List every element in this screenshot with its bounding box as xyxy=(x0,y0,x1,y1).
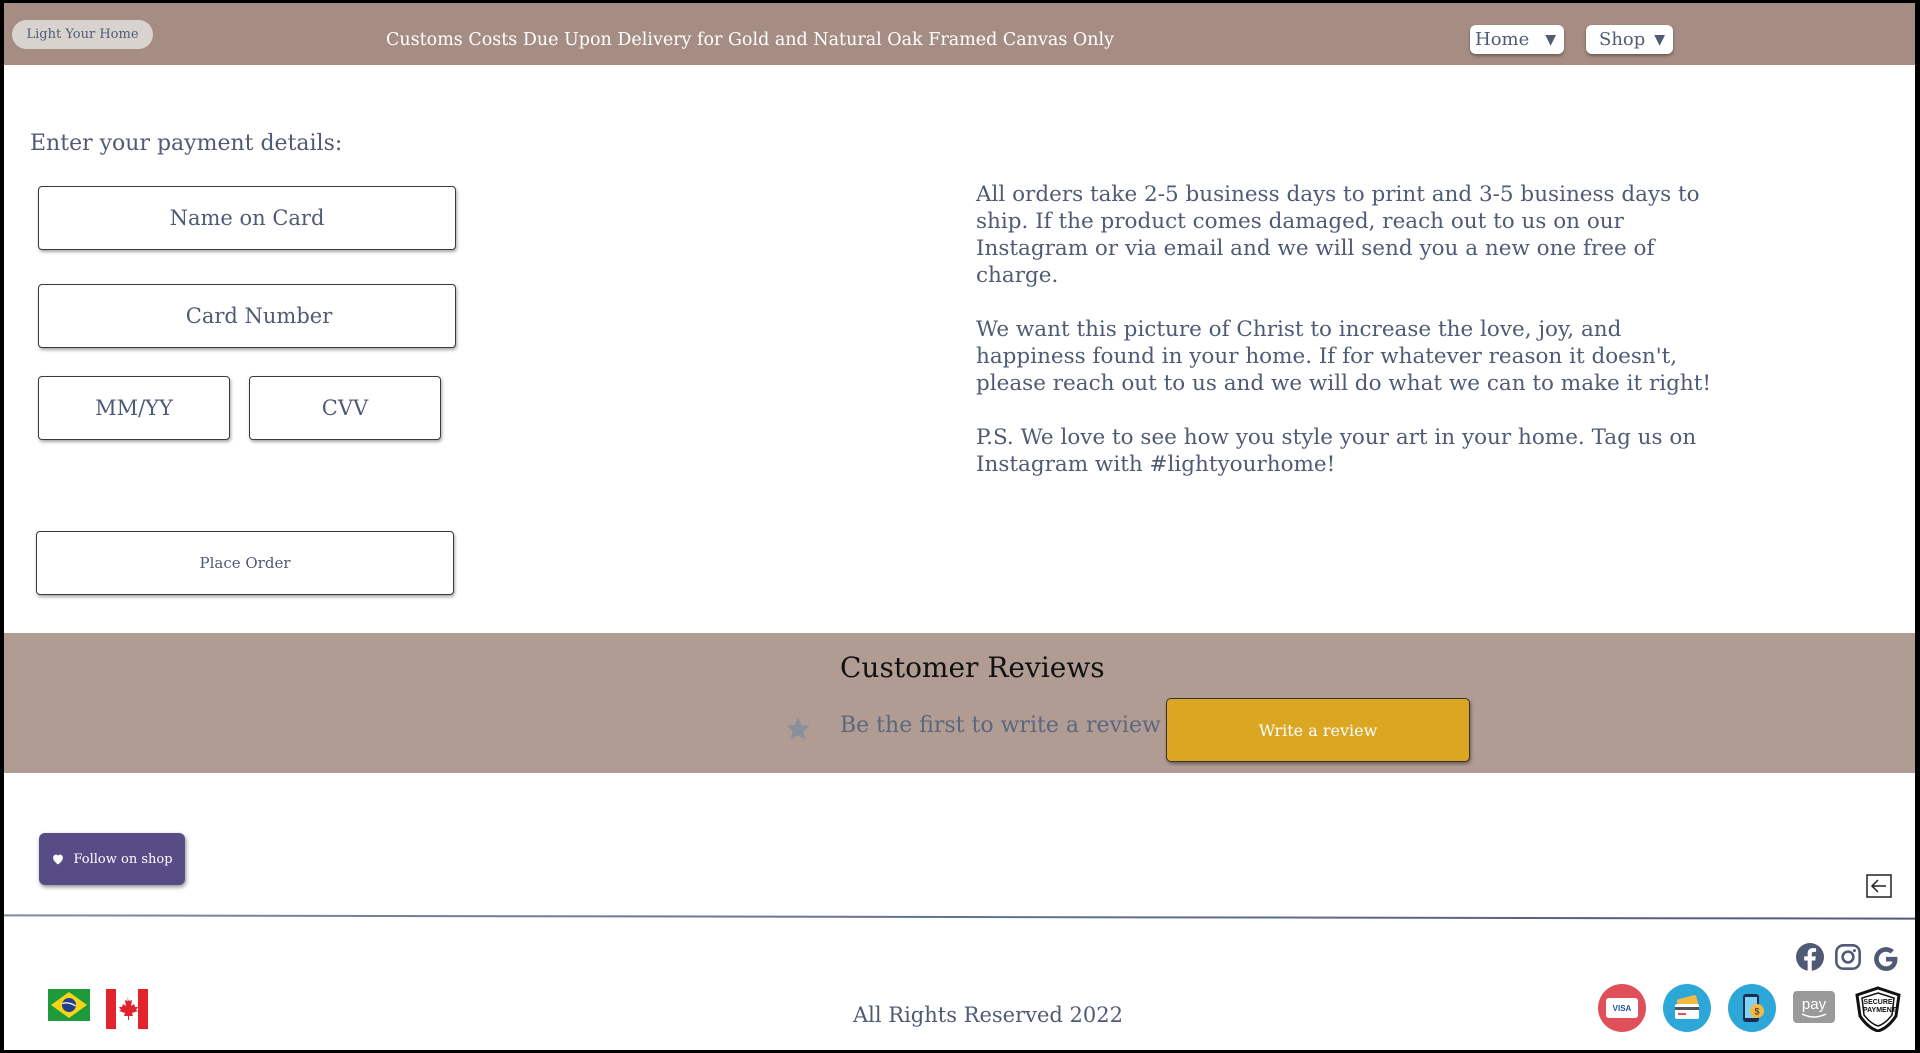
google-icon[interactable] xyxy=(1872,945,1900,973)
mobile-pay-icon: $ xyxy=(1728,984,1776,1032)
phone-graphic: $ xyxy=(1743,994,1764,1022)
info-paragraph: P.S. We love to see how you style your a… xyxy=(976,425,1697,477)
amazon-pay-text: pay xyxy=(1801,995,1827,1013)
secure-payment-text: SECURE PAYMENT xyxy=(1863,999,1897,1014)
brazil-flag-icon[interactable] xyxy=(48,989,90,1021)
facebook-icon[interactable] xyxy=(1796,943,1824,971)
expiry-input[interactable]: MM/YY xyxy=(38,376,230,440)
page: Light Your Home Customs Costs Due Upon D… xyxy=(4,3,1915,1050)
follow-on-shop-button[interactable]: Follow on shop xyxy=(39,833,185,885)
info-paragraph: We want this picture of Christ to increa… xyxy=(976,317,1711,396)
amazon-smile-graphic xyxy=(1801,1012,1827,1018)
reviews-section: Customer Reviews Be the first to write a… xyxy=(4,633,1915,773)
nav-shop-label: Shop xyxy=(1599,29,1646,50)
caret-down-icon: ▼ xyxy=(1654,31,1665,48)
follow-label: Follow on shop xyxy=(73,851,173,867)
svg-text:$: $ xyxy=(1754,1007,1759,1017)
payment-title: Enter your payment details: xyxy=(30,131,343,156)
cvv-input[interactable]: CVV xyxy=(249,376,441,440)
credit-card-icon xyxy=(1663,984,1711,1032)
top-bar: Light Your Home Customs Costs Due Upon D… xyxy=(4,3,1915,65)
reviews-title: Customer Reviews xyxy=(840,651,1105,684)
cvv-placeholder: CVV xyxy=(321,396,369,420)
name-on-card-placeholder: Name on Card xyxy=(169,206,325,230)
name-on-card-input[interactable]: Name on Card xyxy=(38,186,456,250)
place-order-button[interactable]: Place Order xyxy=(36,531,454,595)
amazon-pay-icon: pay xyxy=(1793,991,1835,1023)
arrow-left-box-icon[interactable] xyxy=(1866,874,1892,898)
announcement-text: Customs Costs Due Upon Delivery for Gold… xyxy=(386,30,1114,50)
heart-icon xyxy=(53,854,64,865)
expiry-placeholder: MM/YY xyxy=(95,396,173,420)
copyright-text: All Rights Reserved 2022 xyxy=(853,1003,1123,1027)
star-icon xyxy=(786,717,810,740)
order-info: All orders take 2-5 business days to pri… xyxy=(976,181,1736,505)
info-paragraph: All orders take 2-5 business days to pri… xyxy=(976,182,1700,288)
footer-divider xyxy=(4,914,1915,920)
brand-button[interactable]: Light Your Home xyxy=(12,20,153,49)
nav-home-label: Home xyxy=(1475,29,1530,50)
caret-down-icon: ▼ xyxy=(1545,31,1556,48)
write-review-button[interactable]: Write a review xyxy=(1166,698,1470,762)
card-number-input[interactable]: Card Number xyxy=(38,284,456,348)
visa-icon: VISA xyxy=(1598,984,1646,1032)
first-review-text: Be the first to write a review xyxy=(840,713,1161,738)
visa-card: VISA xyxy=(1606,998,1638,1018)
card-number-placeholder: Card Number xyxy=(185,304,333,328)
instagram-icon[interactable] xyxy=(1834,943,1862,971)
cards-graphic xyxy=(1675,995,1700,1019)
nav-shop-dropdown[interactable]: Shop ▼ xyxy=(1586,25,1673,54)
canada-flag-icon[interactable] xyxy=(106,989,148,1029)
secure-payment-icon: SECURE PAYMENT xyxy=(1853,986,1903,1033)
nav-home-dropdown[interactable]: Home ▼ xyxy=(1470,25,1564,54)
